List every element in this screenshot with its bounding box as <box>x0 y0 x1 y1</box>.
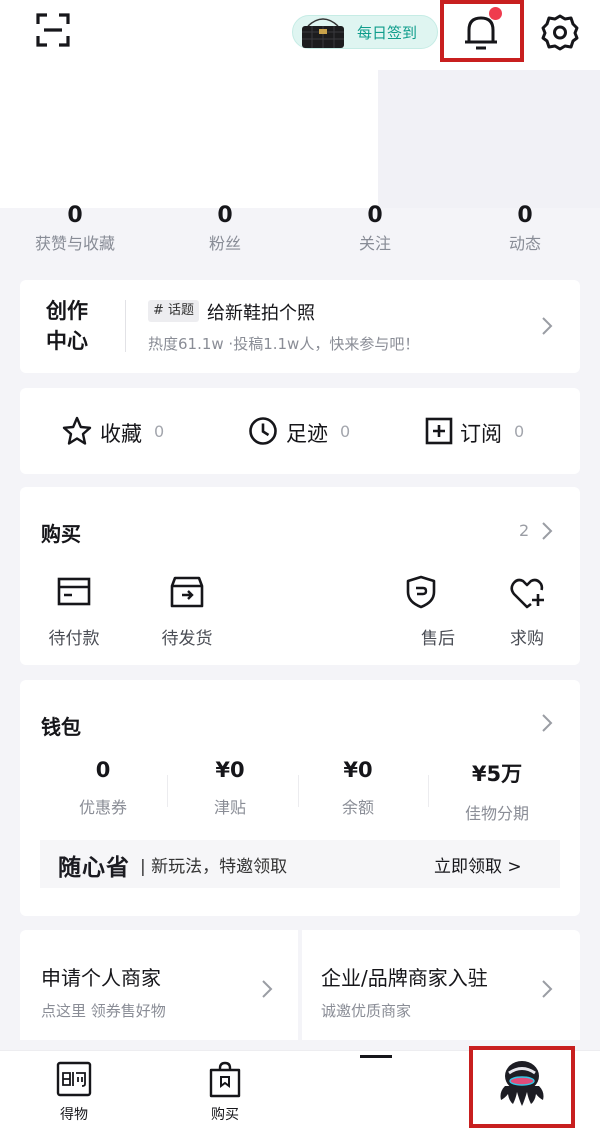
favorites-label: 收藏 <box>100 422 142 446</box>
wallet-label: 佳物分期 <box>464 804 529 823</box>
star-icon <box>62 416 92 445</box>
avatar-icon[interactable] <box>491 1054 553 1116</box>
order-label: 待付款 <box>48 629 100 649</box>
history-count: 0 <box>340 422 351 441</box>
wallet-label: 优惠券 <box>78 798 127 817</box>
topic-tag: # 话题 <box>148 300 200 322</box>
promo-text: | 新玩法，特邀领取 <box>140 857 288 877</box>
creator-title-line2: 中心 <box>46 329 88 353</box>
purchase-count: 2 <box>519 521 530 540</box>
notification-dot <box>489 7 502 20</box>
claim-now-link[interactable]: 立即领取 > <box>434 852 522 877</box>
stat-label: 粉丝 <box>208 234 241 253</box>
topic-title[interactable]: 给新鞋拍个照 <box>207 299 315 325</box>
stat-posts[interactable]: 0 动态 <box>450 203 600 254</box>
dewu-logo-icon <box>56 1061 92 1097</box>
enterprise-merchant-card[interactable]: 企业/品牌商家入驻 诚邀优质商家 <box>302 930 580 1040</box>
divider <box>125 300 126 352</box>
stat-label: 关注 <box>358 234 391 253</box>
history-label: 足迹 <box>286 422 328 446</box>
clock-icon <box>249 417 277 445</box>
order-pending-payment[interactable]: 待付款 <box>24 574 124 649</box>
card-icon <box>57 577 91 606</box>
merchant-subtitle: 诚邀优质商家 <box>321 1002 412 1020</box>
topic-subtitle: 热度61.1w ·投稿1.1w人，快来参与吧！ <box>148 335 420 353</box>
wallet-installment[interactable]: ¥5万 佳物分期 <box>427 758 567 824</box>
order-label: 待发货 <box>161 629 213 649</box>
creator-title-line1: 创作 <box>46 299 88 323</box>
wallet-balance[interactable]: ¥0 余额 <box>288 758 428 818</box>
chevron-right-icon <box>262 980 273 998</box>
wallet-value: ¥0 <box>343 758 373 782</box>
wallet-coupons[interactable]: 0 优惠券 <box>33 758 173 818</box>
stat-value: 0 <box>367 203 383 228</box>
wallet-label: 津贴 <box>213 798 246 817</box>
plus-square-icon <box>425 417 453 445</box>
scan-icon[interactable] <box>36 13 70 47</box>
stat-label: 获赞与收藏 <box>34 234 115 253</box>
stat-value: 0 <box>67 203 83 228</box>
purchase-title[interactable]: 购买 <box>41 518 81 547</box>
chevron-right-icon[interactable] <box>540 520 554 542</box>
order-wanted[interactable]: 求购 <box>477 574 577 649</box>
nav-indicator <box>360 1055 392 1058</box>
wallet-value: 0 <box>95 758 111 782</box>
stat-value: 0 <box>217 203 233 228</box>
nav-dewu[interactable]: 得物 <box>24 1060 124 1124</box>
checkin-label[interactable]: 每日签到 <box>357 22 417 43</box>
favorites-count: 0 <box>154 422 165 441</box>
profile-area[interactable] <box>0 70 378 208</box>
shopping-bag-icon <box>209 1061 241 1098</box>
chevron-right-icon <box>542 980 553 998</box>
box-icon <box>170 576 204 608</box>
subscriptions-label: 订阅 <box>460 422 502 446</box>
nav-label: 购买 <box>211 1107 239 1123</box>
nav-buy[interactable]: 购买 <box>175 1060 275 1124</box>
chevron-right-icon <box>542 317 553 335</box>
wallet-value: ¥0 <box>215 758 245 782</box>
merchant-subtitle: 点这里 领券售好物 <box>41 1002 166 1020</box>
stat-fans[interactable]: 0 粉丝 <box>150 203 300 254</box>
wallet-label: 余额 <box>341 798 374 817</box>
gear-icon[interactable] <box>540 12 580 52</box>
wallet-allowance[interactable]: ¥0 津贴 <box>160 758 300 818</box>
profile-background <box>378 70 600 208</box>
merchant-title: 申请个人商家 <box>41 966 161 990</box>
personal-merchant-card[interactable]: 申请个人商家 点这里 领券售好物 <box>20 930 298 1040</box>
stat-following[interactable]: 0 关注 <box>300 203 450 254</box>
shield-icon <box>406 575 436 609</box>
order-label <box>251 624 351 646</box>
subscriptions-count: 0 <box>514 422 525 441</box>
wallet-value: ¥5万 <box>471 762 523 786</box>
wallet-title[interactable]: 钱包 <box>41 711 81 740</box>
order-refund-aftersales[interactable]: 售后 <box>373 574 473 649</box>
nav-label: 得物 <box>60 1107 88 1123</box>
creator-center-title: 创作 中心 <box>46 296 106 356</box>
handbag-image <box>302 18 344 48</box>
order-label: 求购 <box>510 629 544 649</box>
stat-value: 0 <box>517 203 533 228</box>
order-label: 售后 <box>421 629 455 649</box>
stat-likes[interactable]: 0 获赞与收藏 <box>0 203 150 254</box>
merchant-title: 企业/品牌商家入驻 <box>321 966 488 990</box>
order-pending-receipt[interactable] <box>251 574 351 646</box>
order-pending-shipment[interactable]: 待发货 <box>137 574 237 649</box>
promo-logo: 随心省 <box>58 855 130 881</box>
heart-plus-icon <box>510 578 544 609</box>
chevron-right-icon[interactable] <box>540 712 554 734</box>
stat-label: 动态 <box>508 234 541 253</box>
